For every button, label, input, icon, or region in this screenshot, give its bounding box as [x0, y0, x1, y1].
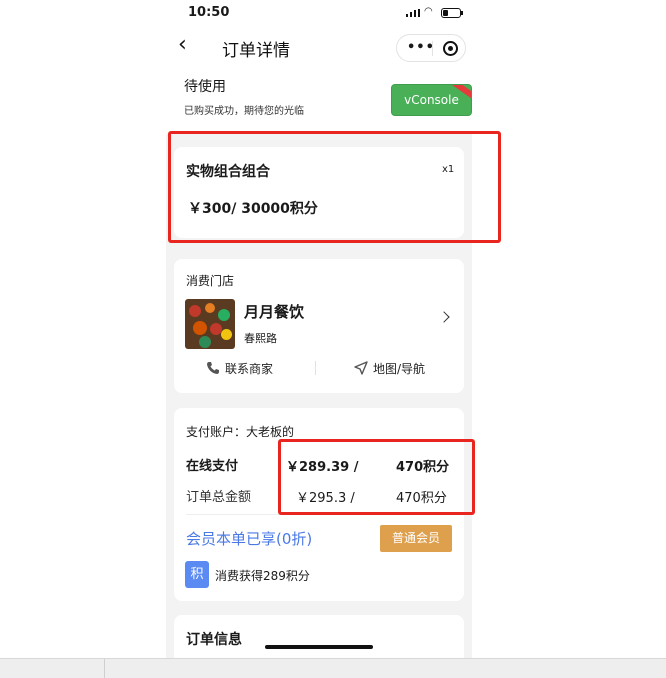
store-address: 春熙路: [244, 332, 277, 345]
close-target-icon[interactable]: [443, 41, 458, 56]
signal-icon: [406, 9, 420, 17]
status-time: 10:50: [188, 5, 230, 20]
battery-icon: [441, 8, 463, 18]
store-card: 消费门店 月月餐饮 春熙路 联系商家 地图/导航: [174, 259, 464, 393]
phone-icon: [207, 362, 219, 374]
strip-divider: [104, 659, 105, 678]
highlight-box-product: [168, 131, 501, 243]
points-earned-text: 消费获得289积分: [215, 569, 310, 583]
bottom-strip: [0, 658, 666, 678]
wifi-icon: ◠: [424, 6, 433, 17]
more-dots-icon[interactable]: •••: [407, 40, 435, 55]
contact-merchant-label: 联系商家: [225, 362, 274, 376]
online-payment-label: 在线支付: [186, 459, 239, 474]
vconsole-button[interactable]: vConsole: [391, 84, 472, 116]
store-photo: [185, 299, 235, 349]
back-chevron-icon[interactable]: ‹: [178, 34, 187, 56]
navigation-arrow-icon: [354, 361, 368, 375]
order-status-section: 待使用 已购买成功，期待您的光临 vConsole: [166, 70, 472, 134]
order-status-title: 待使用: [184, 79, 226, 95]
map-navigation-label: 地图/导航: [373, 362, 426, 376]
store-name: 月月餐饮: [244, 303, 305, 321]
points-icon: 积: [185, 561, 209, 588]
member-level-badge: 普通会员: [380, 525, 452, 552]
phone-screen: 10:50 ◠ ‹ 订单详情 ••• 待使用 已购买成功，期待您的光临 vCon…: [166, 0, 472, 658]
miniapp-capsule: •••: [396, 34, 466, 62]
member-discount-text: 会员本单已享(0折): [186, 530, 313, 548]
map-navigation-button[interactable]: 地图/导航: [354, 360, 425, 377]
page-title: 订单详情: [222, 41, 290, 61]
vconsole-label: vConsole: [404, 93, 459, 107]
order-info-card: 订单信息: [174, 615, 464, 658]
payment-account: 支付账户：大老板的: [186, 425, 295, 439]
order-total-label: 订单总金额: [186, 490, 252, 505]
order-status-subtitle: 已购买成功，期待您的光临: [184, 106, 304, 117]
highlight-box-payment: [278, 439, 475, 515]
chevron-right-icon[interactable]: [438, 311, 450, 323]
order-info-title: 订单信息: [186, 632, 242, 648]
capsule-divider: [432, 41, 433, 56]
contact-merchant-button[interactable]: 联系商家: [206, 360, 273, 377]
home-indicator: [265, 645, 373, 649]
action-divider: [315, 361, 316, 375]
status-bar: 10:50 ◠: [166, 0, 472, 26]
store-section-label: 消费门店: [186, 274, 235, 288]
nav-bar: ‹ 订单详情 •••: [166, 26, 472, 70]
